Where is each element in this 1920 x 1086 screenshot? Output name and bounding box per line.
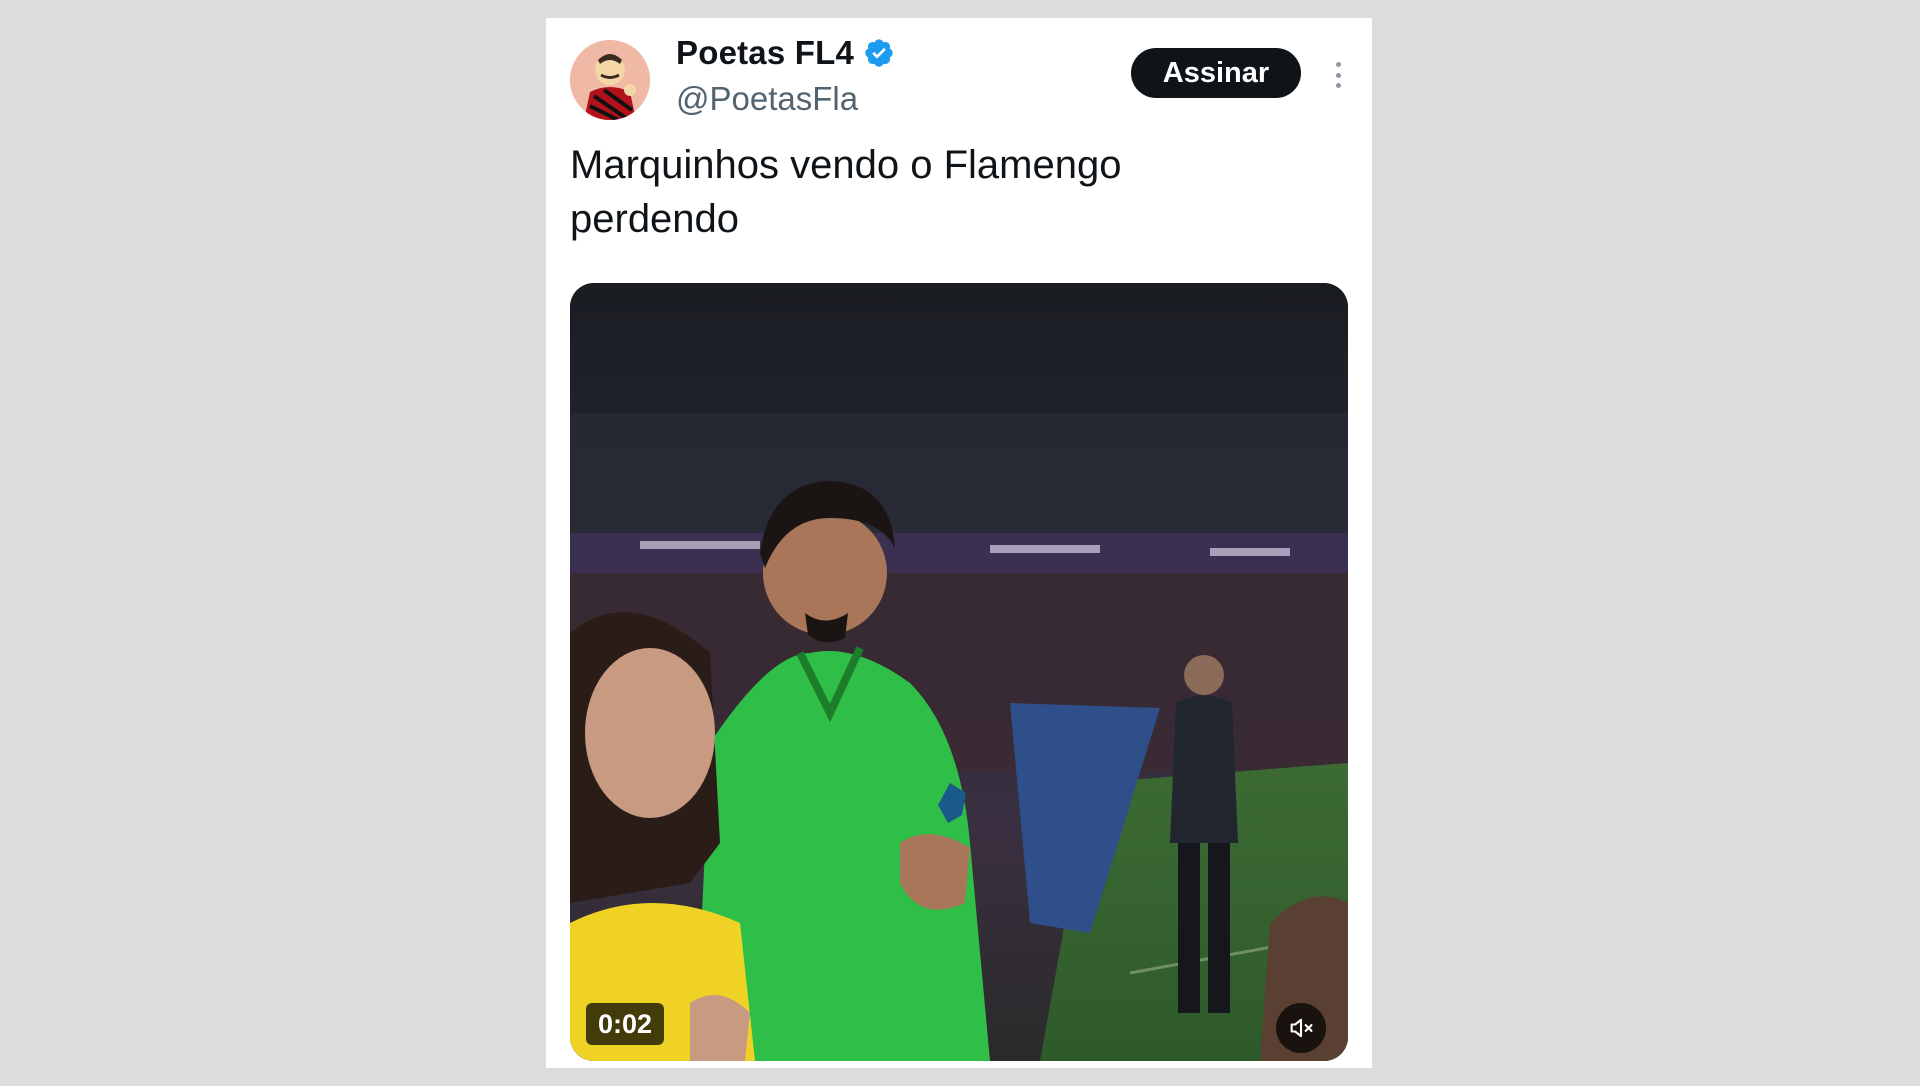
more-dot bbox=[1335, 62, 1341, 67]
author-avatar[interactable] bbox=[570, 40, 650, 120]
video-player[interactable]: 0:02 bbox=[570, 283, 1348, 1061]
author-handle[interactable]: @PoetasFla bbox=[676, 80, 858, 118]
tweet-text-line: perdendo bbox=[570, 197, 740, 241]
verified-badge-icon bbox=[865, 39, 893, 67]
tweet-text: Marquinhos vendo o Flamengo perdendo bbox=[570, 138, 1330, 246]
avatar-image bbox=[570, 40, 650, 120]
author-name-row: Poetas FL4 bbox=[676, 34, 895, 72]
speaker-muted-glyph bbox=[1290, 1018, 1313, 1038]
speaker-muted-icon[interactable] bbox=[1276, 1003, 1326, 1053]
more-vertical-icon[interactable] bbox=[1328, 58, 1348, 92]
tweet-text-line: Marquinhos vendo o Flamengo bbox=[570, 143, 1122, 187]
author-display-name[interactable]: Poetas FL4 bbox=[676, 34, 854, 72]
video-timestamp: 0:02 bbox=[586, 1003, 665, 1045]
more-dot bbox=[1335, 83, 1341, 88]
more-dot bbox=[1335, 72, 1341, 78]
tweet-card: Poetas FL4 @PoetasFla Assinar Marquinhos… bbox=[546, 18, 1372, 1068]
video-frame bbox=[570, 283, 1348, 1061]
subscribe-button[interactable]: Assinar bbox=[1131, 48, 1301, 98]
